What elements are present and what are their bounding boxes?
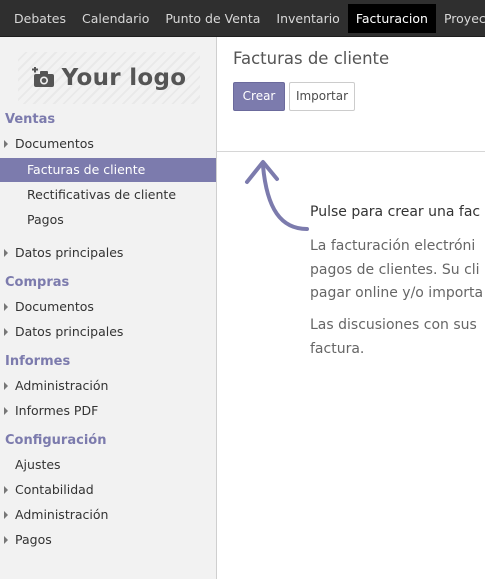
caret-right-icon: [4, 407, 8, 415]
caret-right-icon: [4, 486, 8, 494]
import-button[interactable]: Importar: [289, 82, 355, 111]
nav-punto-de-venta[interactable]: Punto de Venta: [157, 4, 268, 33]
caret-right-icon: [4, 140, 8, 148]
app-menu: Debates Calendario Punto de Venta Invent…: [0, 0, 485, 37]
nav-proyecto[interactable]: Proyecto: [436, 4, 485, 33]
nav-inventario[interactable]: Inventario: [268, 4, 347, 33]
curved-arrow-icon: [245, 160, 309, 231]
main-content: Facturas de cliente Crear Importar Pulse…: [217, 37, 485, 579]
sidebar-item-label: Documentos: [15, 299, 94, 314]
help-line: Las discusiones con sus: [310, 317, 477, 333]
top-navbar: Debates Calendario Punto de Venta Invent…: [0, 0, 485, 37]
sidebar-item-informes-administracion[interactable]: Administración: [0, 374, 216, 398]
company-logo[interactable]: Your logo: [18, 52, 200, 104]
sidebar-item-ventas-datos-principales[interactable]: Datos principales: [0, 241, 216, 265]
sidebar-item-label: Contabilidad: [15, 482, 94, 497]
sidebar-item-ventas-documentos[interactable]: Documentos: [0, 132, 216, 156]
sidebar-item-label: Administración: [15, 507, 109, 522]
sidebar-item-label: Administración: [15, 378, 109, 393]
sidebar-item-pagos[interactable]: Pagos: [0, 208, 216, 232]
section-compras: Compras: [5, 275, 70, 290]
sidebar-item-config-administracion[interactable]: Administración: [0, 503, 216, 527]
nav-facturacion[interactable]: Facturacion: [347, 4, 436, 33]
sidebar-item-rectificativas-cliente[interactable]: Rectificativas de cliente: [0, 183, 216, 207]
help-line: pagos de clientes. Su cli: [310, 261, 480, 278]
sidebar-item-label: Pagos: [15, 532, 52, 547]
sidebar-item-label: Ajustes: [15, 457, 61, 472]
create-button[interactable]: Crear: [233, 82, 285, 111]
caret-right-icon: [4, 382, 8, 390]
nav-calendario[interactable]: Calendario: [74, 4, 157, 33]
help-paragraph: Las discusiones con sus factura.: [310, 314, 485, 361]
help-paragraph: La facturación electróni pagos de client…: [310, 235, 485, 306]
section-informes: Informes: [5, 354, 71, 369]
caret-right-icon: [4, 303, 8, 311]
caret-right-icon: [4, 511, 8, 519]
sidebar-item-informes-pdf[interactable]: Informes PDF: [0, 399, 216, 423]
sidebar-item-ajustes[interactable]: Ajustes: [0, 453, 216, 477]
caret-right-icon: [4, 328, 8, 336]
sidebar-item-label: Informes PDF: [15, 403, 99, 418]
help-line: pagar online y/o importa: [310, 285, 484, 301]
sidebar-item-contabilidad[interactable]: Contabilidad: [0, 478, 216, 502]
sidebar-item-compras-documentos[interactable]: Documentos: [0, 295, 216, 319]
help-title: Pulse para crear una fac: [310, 204, 481, 220]
sidebar-item-config-pagos[interactable]: Pagos: [0, 528, 216, 552]
sidebar-item-label: Documentos: [15, 136, 94, 151]
nav-debates[interactable]: Debates: [6, 4, 74, 33]
sidebar-item-label: Facturas de cliente: [27, 162, 146, 177]
caret-right-icon: [4, 249, 8, 257]
help-line: factura.: [310, 340, 365, 357]
page-title: Facturas de cliente: [233, 49, 390, 68]
sidebar-item-compras-datos-principales[interactable]: Datos principales: [0, 320, 216, 344]
sidebar-item-label: Pagos: [27, 212, 64, 227]
logo-text: Your logo: [61, 65, 187, 91]
help-line: La facturación electróni: [310, 238, 476, 254]
control-panel-divider: [217, 151, 485, 152]
caret-right-icon: [4, 536, 8, 544]
section-ventas: Ventas: [5, 112, 56, 127]
sidebar-item-label: Datos principales: [15, 324, 124, 339]
sidebar-item-label: Rectificativas de cliente: [27, 187, 177, 202]
sidebar-item-facturas-cliente[interactable]: Facturas de cliente: [0, 158, 216, 182]
sidebar-item-label: Datos principales: [15, 245, 124, 260]
sidebar: Your logo Ventas Documentos Facturas de …: [0, 37, 217, 579]
section-configuracion: Configuración: [5, 433, 107, 448]
camera-plus-icon: [31, 67, 54, 87]
